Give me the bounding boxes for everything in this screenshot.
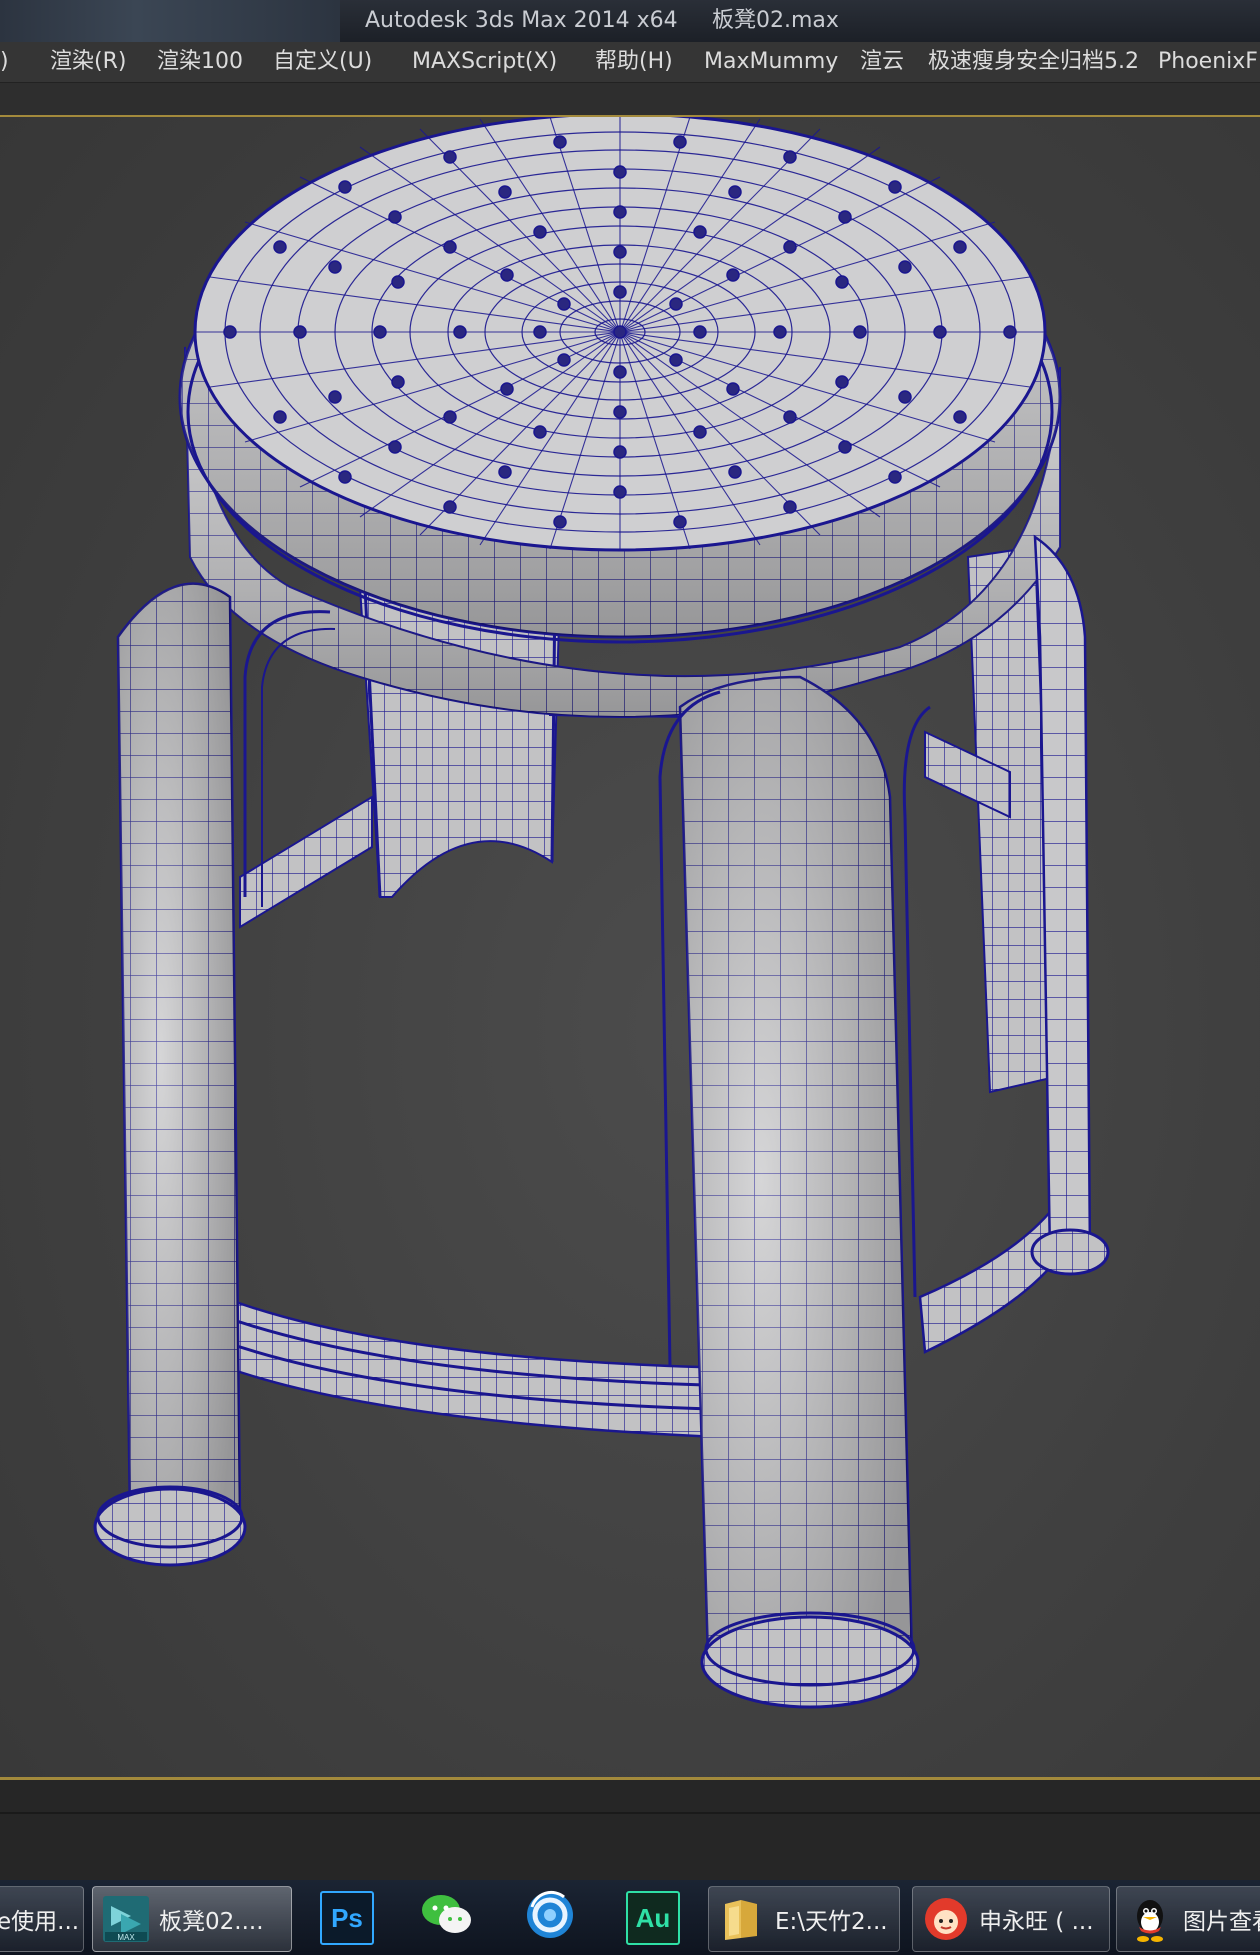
folder-icon: [717, 1894, 767, 1944]
arch-right: [902, 705, 931, 1298]
taskbar-item-label: 图片查看: [1183, 1909, 1260, 1935]
taskbar-item-folder[interactable]: E:\天竹2...: [708, 1886, 900, 1952]
audition-icon: Au: [626, 1891, 680, 1945]
menu-item-xuanyun[interactable]: 渲云: [860, 42, 904, 82]
wechat-icon: [419, 1890, 475, 1946]
taskbar-item-audition[interactable]: Au: [620, 1886, 686, 1950]
menu-item-help[interactable]: 帮助(H): [595, 42, 673, 82]
front-right-leg: [678, 675, 920, 1709]
menu-bar: ) 渲染(R) 渲染100 自定义(U) MAXScript(X) 帮助(H) …: [0, 42, 1260, 83]
taskbar-item-label: 板凳02....: [159, 1909, 264, 1935]
menu-item-customize[interactable]: 自定义(U): [273, 42, 372, 82]
menu-item-render100[interactable]: 渲染100: [157, 42, 243, 82]
browser-icon: [524, 1889, 576, 1947]
stool-wireframe-model: [93, 117, 1110, 1709]
perspective-viewport[interactable]: [0, 117, 1260, 1777]
taskbar-item-aliwangwang[interactable]: 申永旺 ( ...: [912, 1886, 1110, 1952]
taskbar-item-photoshop[interactable]: Ps: [314, 1886, 380, 1950]
taskbar-item-label: 申永旺 ( ...: [979, 1909, 1094, 1935]
taskbar-item-wechat[interactable]: [414, 1886, 480, 1950]
qq-icon: [1125, 1894, 1175, 1944]
seat-top: [193, 117, 1047, 552]
toolbar-strip: [0, 83, 1260, 117]
file-name: 板凳02.max: [712, 8, 839, 33]
menu-item-maxscript[interactable]: MAXScript(X): [412, 42, 557, 82]
taskbar-item-3dsmax[interactable]: MAX 板凳02....: [92, 1886, 292, 1952]
app-title: Autodesk 3ds Max 2014 x64: [365, 8, 678, 33]
menu-item-partial[interactable]: ): [0, 42, 9, 82]
menu-item-archive[interactable]: 极速瘦身安全归档5.2: [928, 42, 1139, 82]
taskbar-item-qq[interactable]: 图片查看: [1116, 1886, 1260, 1952]
menu-item-maxmummy[interactable]: MaxMummy: [704, 42, 838, 82]
photoshop-icon: Ps: [320, 1891, 374, 1945]
aliwangwang-icon: [921, 1894, 971, 1944]
taskbar-item-label: E:\天竹2...: [775, 1909, 888, 1935]
taskbar: e使用... MAX 板凳02.... Ps Au E:\天竹2... 申永旺 …: [0, 1880, 1260, 1955]
3dsmax-icon: MAX: [101, 1894, 151, 1944]
taskbar-item-browser[interactable]: [517, 1886, 583, 1950]
taskbar-item-window[interactable]: e使用...: [0, 1886, 84, 1952]
front-crossbar: [220, 1295, 722, 1439]
svg-text:MAX: MAX: [117, 1933, 135, 1942]
status-area: [0, 1780, 1260, 1880]
menu-item-render[interactable]: 渲染(R): [50, 42, 126, 82]
taskbar-item-label: e使用...: [0, 1909, 80, 1935]
side-right-leg: [1030, 534, 1110, 1276]
title-bar-decoration: [0, 0, 340, 42]
title-bar: Autodesk 3ds Max 2014 x64 板凳02.max: [0, 0, 1260, 42]
front-left-leg: [93, 582, 247, 1567]
menu-item-phoenixfd[interactable]: PhoenixFD: [1158, 42, 1260, 82]
